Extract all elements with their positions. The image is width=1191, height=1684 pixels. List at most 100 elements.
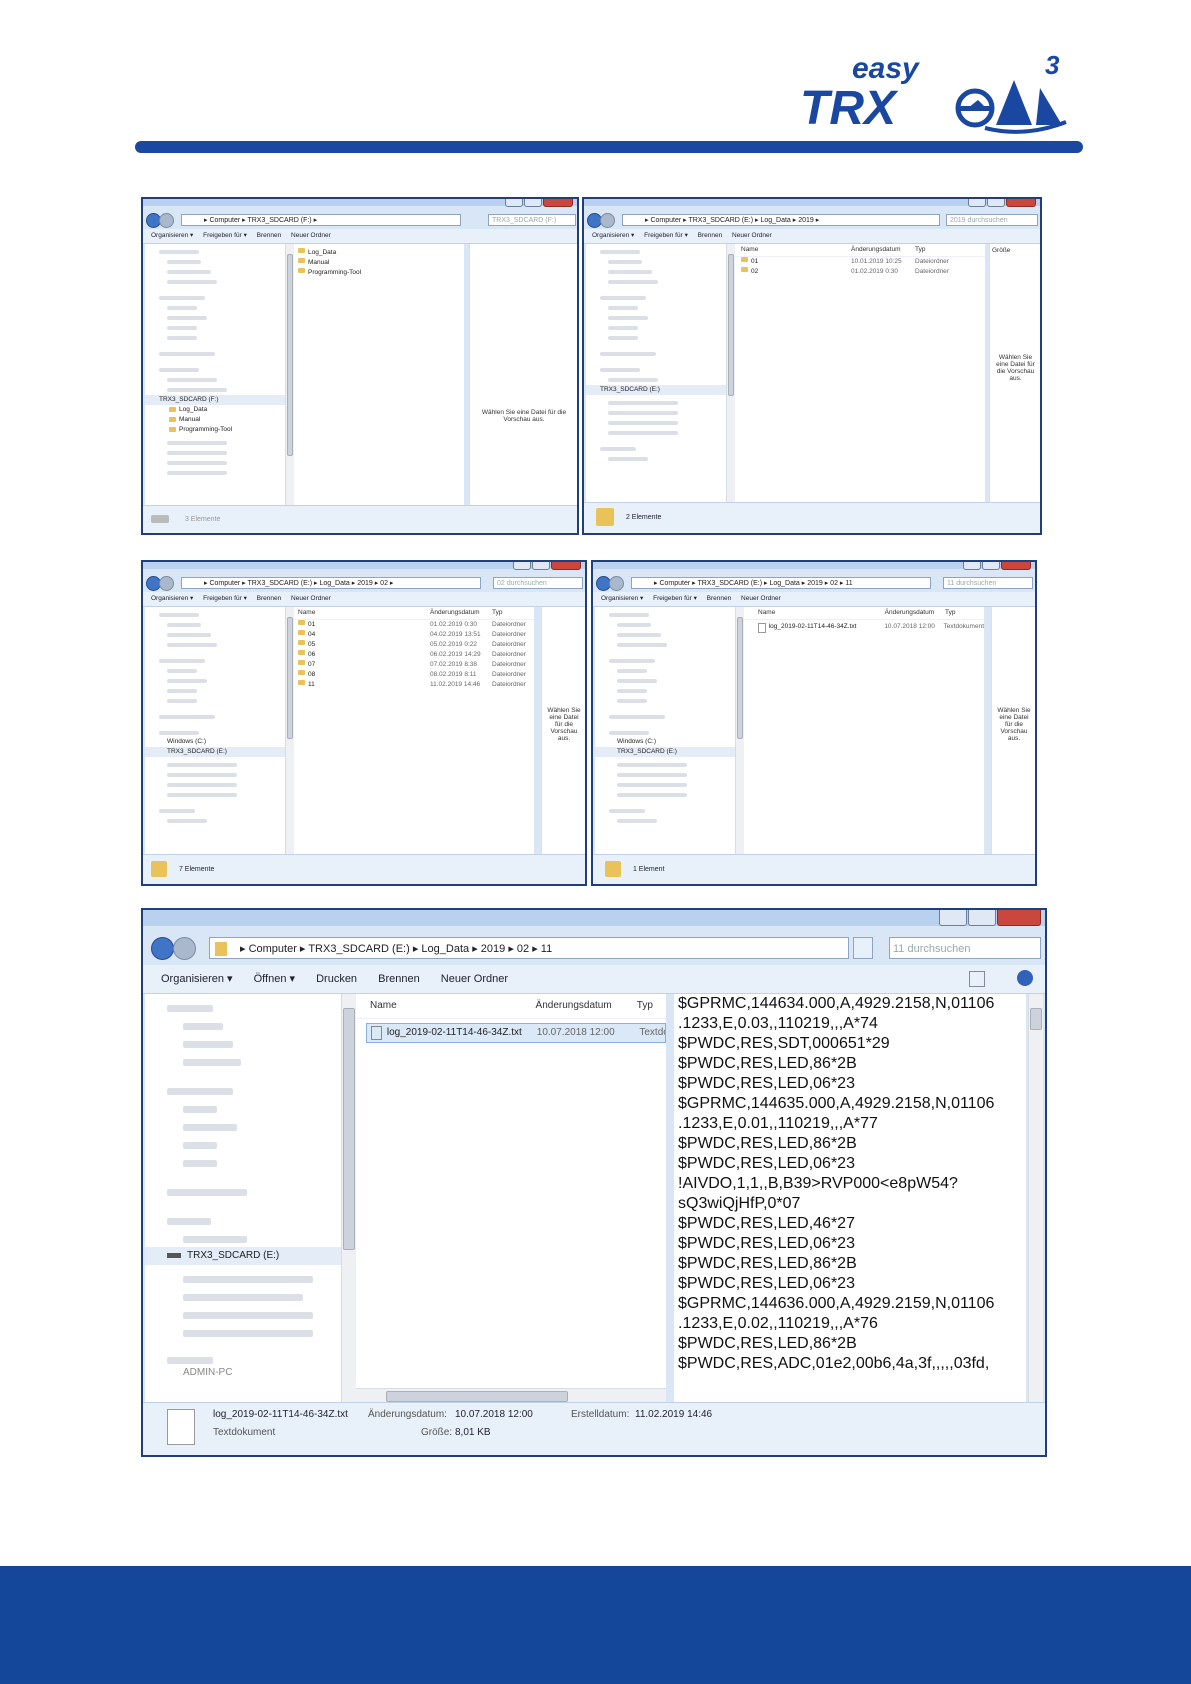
search-input[interactable]: 02 durchsuchen — [493, 577, 583, 589]
table-row[interactable]: log_2019-02-11T14-46-34Z.txt 10.07.2018 … — [744, 622, 984, 633]
share-menu[interactable]: Freigeben für ▾ — [203, 232, 247, 239]
burn-button[interactable]: Brennen — [257, 232, 282, 239]
help-icon[interactable] — [1017, 970, 1033, 986]
search-input[interactable]: 11 durchsuchen — [943, 577, 1033, 589]
burn-button[interactable]: Brennen — [698, 232, 723, 239]
table-row[interactable]: 05 05.02.2019 0:22 Dateiordner — [294, 640, 534, 650]
table-row[interactable]: 11 11.02.2019 14:46 Dateiordner — [294, 680, 534, 690]
col-date[interactable]: Änderungsdatum — [430, 607, 492, 619]
burn-button[interactable]: Brennen — [257, 595, 282, 602]
nav-scrollbar[interactable] — [341, 994, 356, 1404]
address-bar[interactable]: ▸ Computer ▸ TRX3_SDCARD (F:) ▸ — [181, 214, 461, 226]
nav-scrollbar[interactable] — [726, 244, 735, 506]
nav-drive[interactable]: TRX3_SDCARD (E:) — [145, 1247, 341, 1265]
refresh-button[interactable] — [853, 937, 873, 959]
table-row[interactable]: 07 07.02.2019 8:38 Dateiordner — [294, 660, 534, 670]
open-menu[interactable]: Öffnen ▾ — [254, 973, 295, 985]
table-row[interactable]: 01 01.02.2019 0:30 Dateiordner — [294, 620, 534, 630]
minimize-button[interactable] — [513, 562, 531, 570]
forward-button[interactable] — [609, 576, 624, 591]
new-folder-button[interactable]: Neuer Ordner — [291, 595, 331, 602]
address-bar[interactable]: ▸ Computer ▸ TRX3_SDCARD (E:) ▸ Log_Data… — [622, 214, 940, 226]
crumb-11[interactable]: 11 — [541, 943, 552, 955]
burn-button[interactable]: Brennen — [378, 973, 420, 985]
table-row[interactable]: 04 04.02.2019 13:51 Dateiordner — [294, 630, 534, 640]
organize-menu[interactable]: Organisieren ▾ — [161, 973, 233, 985]
col-type[interactable]: Typ — [915, 244, 977, 256]
print-button[interactable]: Drucken — [316, 973, 357, 985]
minimize-button[interactable] — [505, 199, 523, 207]
close-button[interactable] — [997, 910, 1041, 926]
table-row[interactable]: log_2019-02-11T14-46-34Z.txt 10.07.2018 … — [366, 1023, 666, 1043]
search-input[interactable]: TRX3_SDCARD (F:) durchs... — [488, 214, 576, 236]
nav-drive[interactable]: TRX3_SDCARD (E:) — [586, 385, 726, 395]
address-bar[interactable]: ▸ Computer ▸ TRX3_SDCARD (E:) ▸ Log_Data… — [209, 937, 849, 959]
maximize-button[interactable] — [987, 199, 1005, 207]
minimize-button[interactable] — [963, 562, 981, 570]
col-type[interactable]: Typ — [492, 607, 532, 619]
crumb-02[interactable]: 02 — [517, 943, 529, 955]
share-menu[interactable]: Freigeben für ▾ — [644, 232, 688, 239]
col-name[interactable]: Name — [294, 607, 430, 619]
share-menu[interactable]: Freigeben für ▾ — [653, 595, 697, 602]
crumb-log-data[interactable]: Log_Data — [421, 943, 469, 955]
organize-menu[interactable]: Organisieren ▾ — [592, 232, 634, 239]
new-folder-button[interactable]: Neuer Ordner — [741, 595, 781, 602]
col-date[interactable]: Änderungsdatum — [851, 244, 915, 256]
address-bar[interactable]: ▸ Computer ▸ TRX3_SDCARD (E:) ▸ Log_Data… — [181, 577, 481, 589]
forward-button[interactable] — [159, 576, 174, 591]
crumb-drive[interactable]: TRX3_SDCARD (E:) — [308, 943, 409, 955]
new-folder-button[interactable]: Neuer Ordner — [441, 973, 508, 985]
table-row[interactable]: 08 08.02.2019 8:11 Dateiordner — [294, 670, 534, 680]
back-button[interactable] — [151, 937, 174, 960]
nav-windows-drive[interactable]: Windows (C:) — [595, 737, 735, 747]
col-date[interactable]: Änderungsdatum — [536, 994, 637, 1018]
new-folder-button[interactable]: Neuer Ordner — [291, 232, 331, 239]
organize-menu[interactable]: Organisieren ▾ — [151, 595, 193, 602]
close-button[interactable] — [1001, 562, 1031, 570]
minimize-button[interactable] — [968, 199, 986, 207]
col-name[interactable]: Name — [356, 994, 536, 1018]
close-button[interactable] — [1006, 199, 1036, 207]
organize-menu[interactable]: Organisieren ▾ — [151, 232, 193, 239]
nav-windows-drive[interactable]: Windows (C:) — [145, 737, 285, 747]
forward-button[interactable] — [600, 213, 615, 228]
table-row[interactable]: 02 01.02.2019 0:30 Dateiordner — [735, 267, 985, 277]
maximize-button[interactable] — [982, 562, 1000, 570]
col-size[interactable]: Größe — [990, 244, 1040, 254]
col-name[interactable]: Name — [744, 607, 885, 619]
col-type[interactable]: Typ — [637, 994, 666, 1018]
nav-folder-manual[interactable]: Manual — [145, 415, 285, 425]
view-toggle-icon[interactable] — [969, 971, 985, 987]
maximize-button[interactable] — [532, 562, 550, 570]
list-item[interactable]: Programming-Tool — [294, 268, 464, 278]
preview-scrollbar[interactable] — [1028, 994, 1043, 1404]
list-hscrollbar[interactable] — [356, 1388, 666, 1403]
table-row[interactable]: 01 10.01.2019 10:25 Dateiordner — [735, 257, 985, 267]
search-input[interactable]: 2019 durchsuchen — [946, 214, 1038, 226]
forward-button[interactable] — [173, 937, 196, 960]
share-menu[interactable]: Freigeben für ▾ — [203, 595, 247, 602]
maximize-button[interactable] — [524, 199, 542, 207]
address-bar[interactable]: ▸ Computer ▸ TRX3_SDCARD (E:) ▸ Log_Data… — [631, 577, 931, 589]
nav-admin-pc[interactable]: ADMIN-PC — [145, 1364, 341, 1382]
burn-button[interactable]: Brennen — [707, 595, 732, 602]
col-type[interactable]: Typ — [945, 607, 984, 619]
nav-drive[interactable]: TRX3_SDCARD (F:) — [145, 395, 285, 405]
list-item[interactable]: Manual — [294, 258, 464, 268]
search-input[interactable]: 11 durchsuchen — [889, 937, 1041, 959]
crumb-computer[interactable]: Computer — [249, 943, 297, 955]
close-button[interactable] — [551, 562, 581, 570]
new-folder-button[interactable]: Neuer Ordner — [732, 232, 772, 239]
nav-scrollbar[interactable] — [285, 607, 294, 857]
maximize-button[interactable] — [968, 910, 996, 926]
organize-menu[interactable]: Organisieren ▾ — [601, 595, 643, 602]
col-name[interactable]: Name — [735, 244, 851, 256]
nav-drive[interactable]: TRX3_SDCARD (E:) — [145, 747, 285, 757]
table-row[interactable]: 06 06.02.2019 14:29 Dateiordner — [294, 650, 534, 660]
nav-drive[interactable]: TRX3_SDCARD (E:) — [595, 747, 735, 757]
list-item[interactable]: Log_Data — [294, 248, 464, 258]
nav-scrollbar[interactable] — [285, 244, 294, 506]
col-date[interactable]: Änderungsdatum — [885, 607, 945, 619]
minimize-button[interactable] — [939, 910, 967, 926]
